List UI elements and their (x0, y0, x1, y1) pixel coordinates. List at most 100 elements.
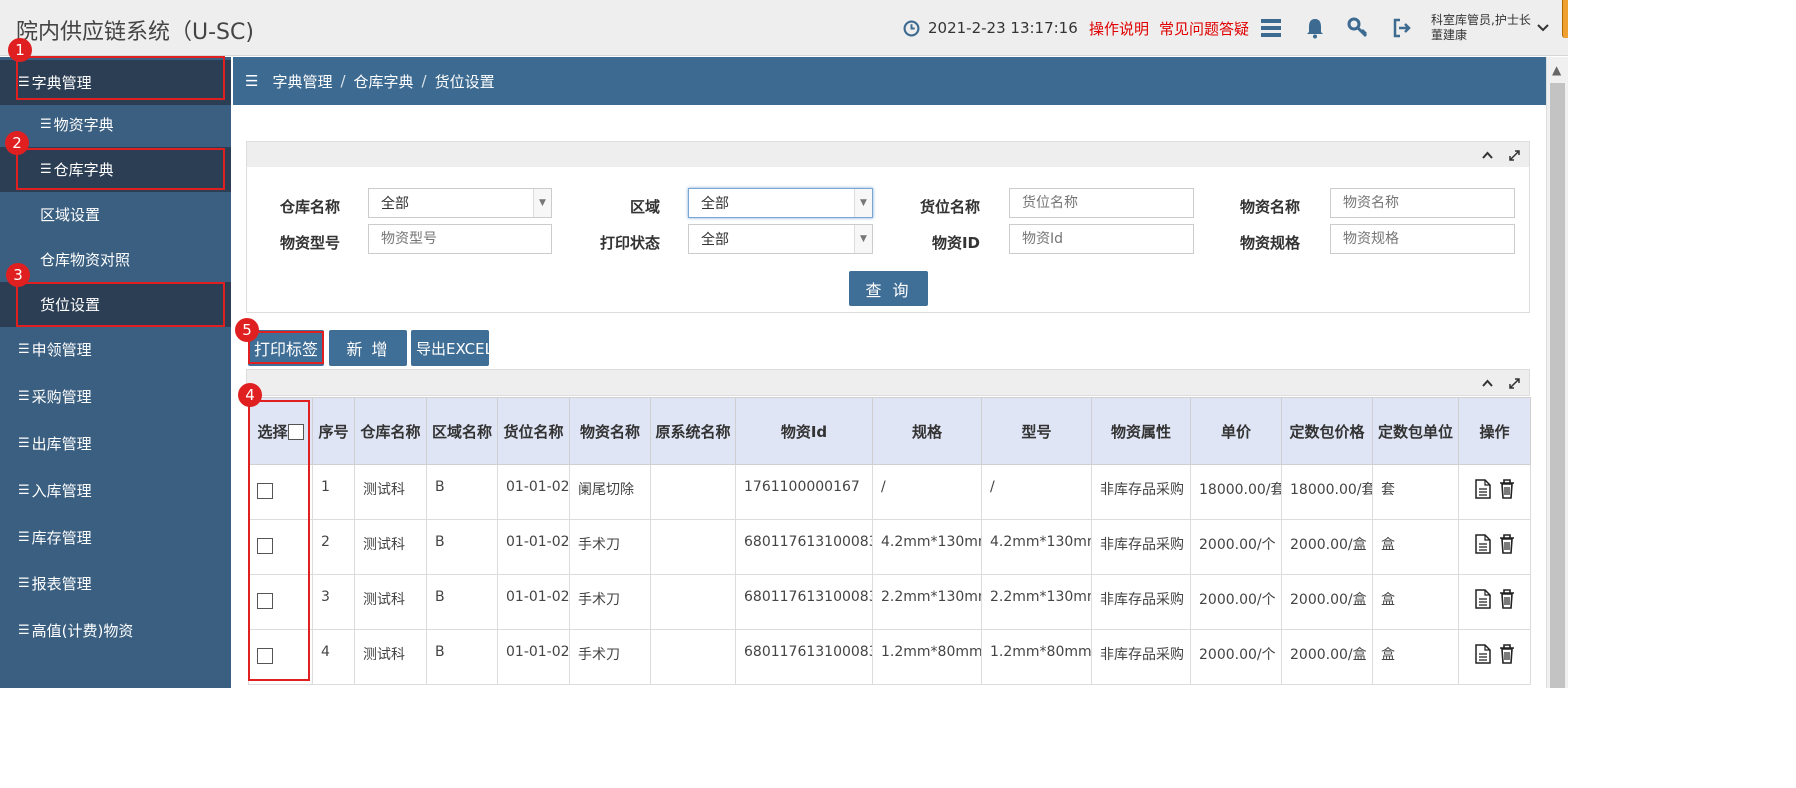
collapse-icon[interactable] (1477, 373, 1497, 393)
column-header[interactable]: 物资名称 (569, 397, 651, 465)
list-icon: ☰ (18, 436, 30, 451)
table-cell: 2000.00/盒 (1281, 519, 1373, 575)
table-cell: 1.2mm*80mm (981, 629, 1092, 685)
bell-icon[interactable] (1305, 0, 1325, 56)
table-row[interactable]: 2 测试科 B 01-01-02 手术刀 6801176131000835 4.… (248, 519, 1531, 575)
column-header[interactable]: 型号 (981, 397, 1092, 465)
datetime-display: 2021-2-23 13:17:16 (903, 0, 1078, 56)
dropdown-arrow-icon: ▼ (533, 189, 551, 217)
table-cell: 非库存品采购 (1091, 629, 1191, 685)
annotation-box (248, 400, 310, 681)
breadcrumb-item[interactable]: 字典管理 (272, 71, 332, 92)
table-cell: 18000.00/套 (1190, 464, 1282, 520)
item-name-label: 物资名称 (1239, 198, 1300, 216)
table-cell: 4.2mm*130mm (872, 519, 982, 575)
table-cell: / (981, 464, 1092, 520)
spec-input[interactable] (1330, 224, 1515, 254)
user-name: 董建康 (1431, 28, 1468, 42)
print-status-select[interactable]: 全部 ▼ (688, 224, 873, 254)
key-icon[interactable] (1347, 0, 1369, 56)
area-label: 区域 (629, 198, 660, 216)
sidebar-item-material-dict[interactable]: ☰ 物资字典 (0, 102, 231, 147)
table-cell: 2000.00/个 (1190, 519, 1282, 575)
breadcrumb: ☰ 字典管理 / 仓库字典 / 货位设置 (233, 57, 1546, 105)
table-row[interactable]: 4 测试科 B 01-01-02 手术刀 6801176131000833 1.… (248, 629, 1531, 685)
edit-document-icon[interactable] (1474, 534, 1491, 554)
column-header[interactable]: 序号 (312, 397, 355, 465)
scroll-up-icon[interactable]: ▲ (1552, 63, 1561, 77)
item-name-input[interactable] (1330, 188, 1515, 218)
table-cell: 3 (312, 574, 355, 630)
menu-toggle-icon[interactable]: ☰ (245, 72, 258, 90)
sidebar-item-warehouse-material-map[interactable]: 仓库物资对照 (0, 237, 231, 282)
delete-icon[interactable] (1499, 644, 1515, 664)
layout-icon[interactable] (1260, 0, 1282, 56)
area-select[interactable]: 全部 ▼ (688, 188, 873, 218)
breadcrumb-separator: / (421, 72, 427, 90)
sidebar-item-high-value[interactable]: ☰ 高值(计费)物资 (0, 608, 231, 653)
warehouse-select[interactable]: 全部 ▼ (368, 188, 552, 218)
location-table: 选择 序号 仓库名称 区域名称 货位名称 物资名称 原系统名称 物资Id 规格 … (248, 397, 1531, 685)
location-name-input[interactable] (1009, 188, 1194, 218)
faq-link[interactable]: 常见问题答疑 (1159, 18, 1249, 39)
user-role: 科室库管员,护士长 (1431, 13, 1531, 27)
sidebar-item-reports[interactable]: ☰ 报表管理 (0, 561, 231, 606)
delete-icon[interactable] (1499, 534, 1515, 554)
sidebar-item-inbound[interactable]: ☰ 入库管理 (0, 468, 231, 513)
list-icon: ☰ (40, 117, 52, 132)
column-header[interactable]: 原系统名称 (650, 397, 736, 465)
spec-label: 物资规格 (1239, 234, 1300, 252)
column-header[interactable]: 单价 (1190, 397, 1282, 465)
list-icon: ☰ (18, 530, 30, 545)
export-excel-button[interactable]: 导出EXCEL (411, 330, 489, 366)
delete-icon[interactable] (1499, 479, 1515, 499)
column-header[interactable]: 物资属性 (1091, 397, 1191, 465)
table-cell: 阑尾切除 (569, 464, 651, 520)
table-cell: 2000.00/盒 (1281, 574, 1373, 630)
edit-document-icon[interactable] (1474, 479, 1491, 499)
search-panel-header (246, 141, 1530, 168)
table-cell: / (872, 464, 982, 520)
table-row[interactable]: 1 测试科 B 01-01-02 阑尾切除 1761100000167 / / … (248, 464, 1531, 520)
breadcrumb-item[interactable]: 仓库字典 (354, 71, 414, 92)
sidebar-item-purchase[interactable]: ☰ 采购管理 (0, 374, 231, 419)
user-menu[interactable]: 科室库管员,护士长 董建康 (1431, 0, 1531, 56)
add-button[interactable]: 新 增 (329, 330, 407, 366)
table-cell (650, 574, 736, 630)
edit-document-icon[interactable] (1474, 589, 1491, 609)
expand-icon[interactable] (1504, 145, 1524, 165)
table-cell (650, 519, 736, 575)
model-input[interactable] (368, 224, 552, 254)
chevron-down-icon[interactable] (1537, 0, 1549, 56)
sidebar-item-requisition[interactable]: ☰ 申领管理 (0, 327, 231, 372)
column-header[interactable]: 定数包单位 (1372, 397, 1459, 465)
sidebar-item-outbound[interactable]: ☰ 出库管理 (0, 421, 231, 466)
item-id-input[interactable] (1009, 224, 1194, 254)
edit-document-icon[interactable] (1474, 644, 1491, 664)
table-cell: 测试科 (354, 519, 427, 575)
column-header[interactable]: 定数包价格 (1281, 397, 1373, 465)
sidebar-item-inventory[interactable]: ☰ 库存管理 (0, 515, 231, 560)
column-header[interactable]: 货位名称 (497, 397, 570, 465)
scrollbar-thumb[interactable] (1550, 83, 1565, 688)
table-cell: 测试科 (354, 574, 427, 630)
collapse-icon[interactable] (1477, 145, 1497, 165)
dropdown-arrow-icon: ▼ (854, 225, 872, 253)
table-cell: 手术刀 (569, 629, 651, 685)
logout-icon[interactable] (1392, 0, 1412, 56)
column-header[interactable]: 区域名称 (426, 397, 498, 465)
vertical-scrollbar[interactable]: ▲ (1546, 57, 1568, 688)
search-button[interactable]: 查 询 (849, 271, 928, 306)
help-link[interactable]: 操作说明 (1089, 18, 1149, 39)
table-cell: 2.2mm*130mm (981, 574, 1092, 630)
datetime-text: 2021-2-23 13:17:16 (928, 19, 1078, 37)
column-header[interactable]: 规格 (872, 397, 982, 465)
delete-icon[interactable] (1499, 589, 1515, 609)
column-header[interactable]: 物资Id (735, 397, 873, 465)
sidebar-item-area-settings[interactable]: 区域设置 (0, 192, 231, 237)
table-cell: 盒 (1372, 519, 1459, 575)
table-row[interactable]: 3 测试科 B 01-01-02 手术刀 6801176131000834 2.… (248, 574, 1531, 630)
expand-icon[interactable] (1504, 373, 1524, 393)
app-title: 院内供应链系统（U-SC) (16, 20, 254, 45)
column-header[interactable]: 仓库名称 (354, 397, 427, 465)
